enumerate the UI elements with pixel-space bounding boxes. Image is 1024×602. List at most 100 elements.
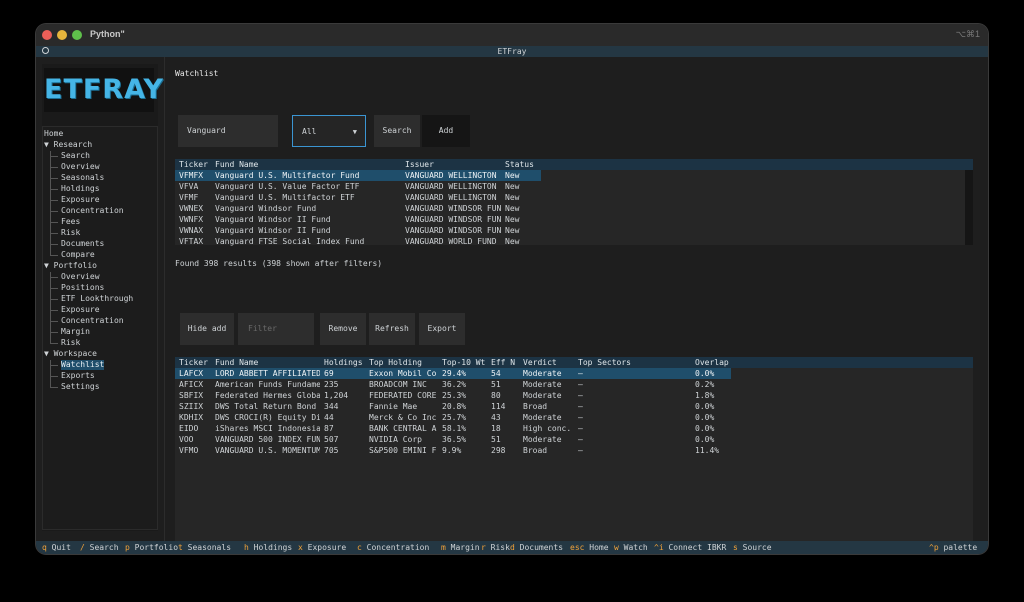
shortcut-connect-ibkr[interactable]: ^i Connect IBKR bbox=[654, 543, 726, 552]
sidebar-item[interactable]: ▼ Research bbox=[44, 140, 92, 150]
column-header[interactable]: Eff N bbox=[491, 357, 515, 368]
sidebar-item[interactable]: Settings bbox=[61, 382, 100, 392]
sidebar-item[interactable]: Exposure bbox=[61, 195, 100, 205]
sidebar-item[interactable]: Home bbox=[44, 129, 63, 139]
table-row[interactable]: VFVA Vanguard U.S. Value Factor ETF VANGUA… bbox=[175, 181, 541, 192]
command-palette-shortcut[interactable]: ^p palette bbox=[929, 543, 977, 552]
sidebar-item[interactable]: Seasonals bbox=[61, 173, 104, 183]
table-cell: BROADCOM INC bbox=[369, 380, 427, 389]
shortcut-seasonals[interactable]: t Seasonals bbox=[178, 543, 231, 552]
sidebar-item[interactable]: Documents bbox=[61, 239, 104, 249]
column-header[interactable]: Overlap bbox=[695, 357, 729, 368]
sidebar-item[interactable]: Risk bbox=[61, 338, 80, 348]
column-header[interactable]: Top Holding bbox=[369, 357, 422, 368]
sidebar-item[interactable]: Holdings bbox=[61, 184, 100, 194]
tree-branch bbox=[50, 222, 58, 223]
status-bar: q Quit / Search p Portfolio t Seasonals h Ho… bbox=[36, 541, 988, 554]
sidebar-item[interactable]: Exposure bbox=[61, 305, 100, 315]
sidebar-item[interactable]: Overview bbox=[61, 162, 100, 172]
shortcut-watch[interactable]: w Watch bbox=[614, 543, 648, 552]
remove-button[interactable]: Remove bbox=[320, 313, 366, 345]
sidebar-item[interactable]: Margin bbox=[61, 327, 90, 337]
sidebar-item[interactable]: ▼ Portfolio bbox=[44, 261, 97, 271]
column-header[interactable]: Fund Name bbox=[215, 357, 258, 368]
column-header[interactable]: Top Sectors bbox=[578, 357, 631, 368]
table-cell: Federated Hermes Globa bbox=[215, 391, 320, 400]
shortcut-label: Connect IBKR bbox=[668, 543, 727, 552]
column-header[interactable]: Issuer bbox=[405, 159, 434, 170]
shortcut-quit[interactable]: q Quit bbox=[42, 543, 71, 552]
sidebar-item[interactable]: Positions bbox=[61, 283, 104, 293]
table-row[interactable]: LAFCX LORD ABBETT AFFILIATED 69 Exxon Mobil… bbox=[175, 368, 731, 379]
sidebar-item[interactable]: Concentration bbox=[61, 206, 124, 216]
table-row[interactable]: VFMFX Vanguard U.S. Multifactor Fund VANGU… bbox=[175, 170, 541, 181]
table-row[interactable]: VFMF Vanguard U.S. Multifactor ETF VANGUAR… bbox=[175, 192, 541, 203]
table-cell: 0.2% bbox=[695, 380, 715, 389]
column-header[interactable]: Verdict bbox=[523, 357, 557, 368]
table-cell: LAFCX bbox=[179, 369, 204, 378]
table-cell: 36.5% bbox=[442, 435, 467, 444]
add-button[interactable]: Add bbox=[422, 115, 470, 147]
refresh-button[interactable]: Refresh bbox=[369, 313, 415, 345]
table-cell: Vanguard FTSE Social Index Fund bbox=[215, 237, 365, 246]
shortcut-exposure[interactable]: x Exposure bbox=[298, 543, 346, 552]
sidebar-item[interactable]: Risk bbox=[61, 228, 80, 238]
sidebar-item[interactable]: ▼ Workspace bbox=[44, 349, 97, 359]
close-window-button[interactable] bbox=[42, 30, 52, 40]
shortcut-holdings[interactable]: h Holdings bbox=[244, 543, 292, 552]
table-row[interactable]: AFICX American Funds Fundame 235 BROADCOM I… bbox=[175, 379, 731, 390]
table-row[interactable]: VFTAX Vanguard FTSE Social Index Fund VANG… bbox=[175, 236, 541, 247]
column-header[interactable]: Holdings bbox=[324, 357, 363, 368]
column-header[interactable]: Ticker bbox=[179, 159, 208, 170]
table-row[interactable]: VFMO VANGUARD U.S. MOMENTUM 705 S&P500 EMIN… bbox=[175, 445, 731, 456]
shortcut-home[interactable]: esc Home bbox=[570, 543, 609, 552]
sidebar-item[interactable]: Compare bbox=[61, 250, 95, 260]
table-row[interactable]: EIDO iShares MSCI Indonesia 87 BANK CENTRAL… bbox=[175, 423, 731, 434]
shortcut-source[interactable]: s Source bbox=[733, 543, 772, 552]
results-summary: Found 398 results (398 shown after filte… bbox=[175, 259, 383, 268]
sidebar-item[interactable]: Watchlist bbox=[61, 360, 105, 370]
column-header[interactable]: Top-10 Wt bbox=[442, 357, 485, 368]
sidebar-item[interactable]: Search bbox=[61, 151, 90, 161]
sidebar-item[interactable]: ETF Lookthrough bbox=[61, 294, 133, 304]
shortcut-portfolio[interactable]: p Portfolio bbox=[125, 543, 178, 552]
sidebar-item[interactable]: Concentration bbox=[61, 316, 124, 326]
results-scrollbar[interactable] bbox=[965, 170, 973, 245]
sidebar-item[interactable]: Overview bbox=[61, 272, 100, 282]
minimize-window-button[interactable] bbox=[57, 30, 67, 40]
table-row[interactable]: VWNFX Vanguard Windsor II Fund VANGUARD WI… bbox=[175, 214, 541, 225]
shortcut-search[interactable]: / Search bbox=[80, 543, 119, 552]
table-cell: Broad bbox=[523, 446, 548, 455]
table-row[interactable]: VOO VANGUARD 500 INDEX FUN 507 NVIDIA Corp 3… bbox=[175, 434, 731, 445]
table-row[interactable]: SZIIX DWS Total Return Bond 344 Fannie Mae 2… bbox=[175, 401, 731, 412]
filter-select[interactable]: All ▼ bbox=[292, 115, 366, 147]
search-button[interactable]: Search bbox=[374, 115, 420, 147]
table-cell: VANGUARD WINDSOR FUN bbox=[405, 215, 501, 224]
column-header[interactable]: Ticker bbox=[179, 357, 208, 368]
shortcut-documents[interactable]: d Documents bbox=[510, 543, 563, 552]
table-row[interactable]: SBFIX Federated Hermes Globa 1,204 FEDERATE… bbox=[175, 390, 731, 401]
shortcut-risk[interactable]: r Risk bbox=[481, 543, 510, 552]
shortcut-margin[interactable]: m Margin bbox=[441, 543, 480, 552]
sidebar-item[interactable]: Exports bbox=[61, 371, 95, 381]
shortcut-key: d bbox=[510, 543, 515, 552]
sidebar-item[interactable]: Fees bbox=[61, 217, 80, 227]
export-button[interactable]: Export bbox=[419, 313, 465, 345]
table-row[interactable]: VWNEX Vanguard Windsor Fund VANGUARD WINDS… bbox=[175, 203, 541, 214]
hide-add-button[interactable]: Hide add bbox=[180, 313, 234, 345]
zoom-window-button[interactable] bbox=[72, 30, 82, 40]
search-input[interactable]: Vanguard bbox=[178, 115, 278, 147]
table-row[interactable]: KDHIX DWS CROCI(R) Equity Di 44 Merck & Co … bbox=[175, 412, 731, 423]
table-cell: Broad bbox=[523, 402, 548, 411]
table-cell: 51 bbox=[491, 380, 501, 389]
table-row[interactable]: VWNAX Vanguard Windsor II Fund VANGUARD WI… bbox=[175, 225, 541, 236]
table-cell: 11.4% bbox=[695, 446, 720, 455]
column-header[interactable]: Fund Name bbox=[215, 159, 258, 170]
table-cell: EIDO bbox=[179, 424, 199, 433]
divider bbox=[164, 57, 165, 541]
shortcut-concentration[interactable]: c Concentration bbox=[357, 543, 429, 552]
filter-input[interactable]: Filter bbox=[238, 313, 314, 345]
shortcut-key: p bbox=[125, 543, 130, 552]
column-header[interactable]: Status bbox=[505, 159, 534, 170]
shortcut-label: Exposure bbox=[307, 543, 347, 552]
